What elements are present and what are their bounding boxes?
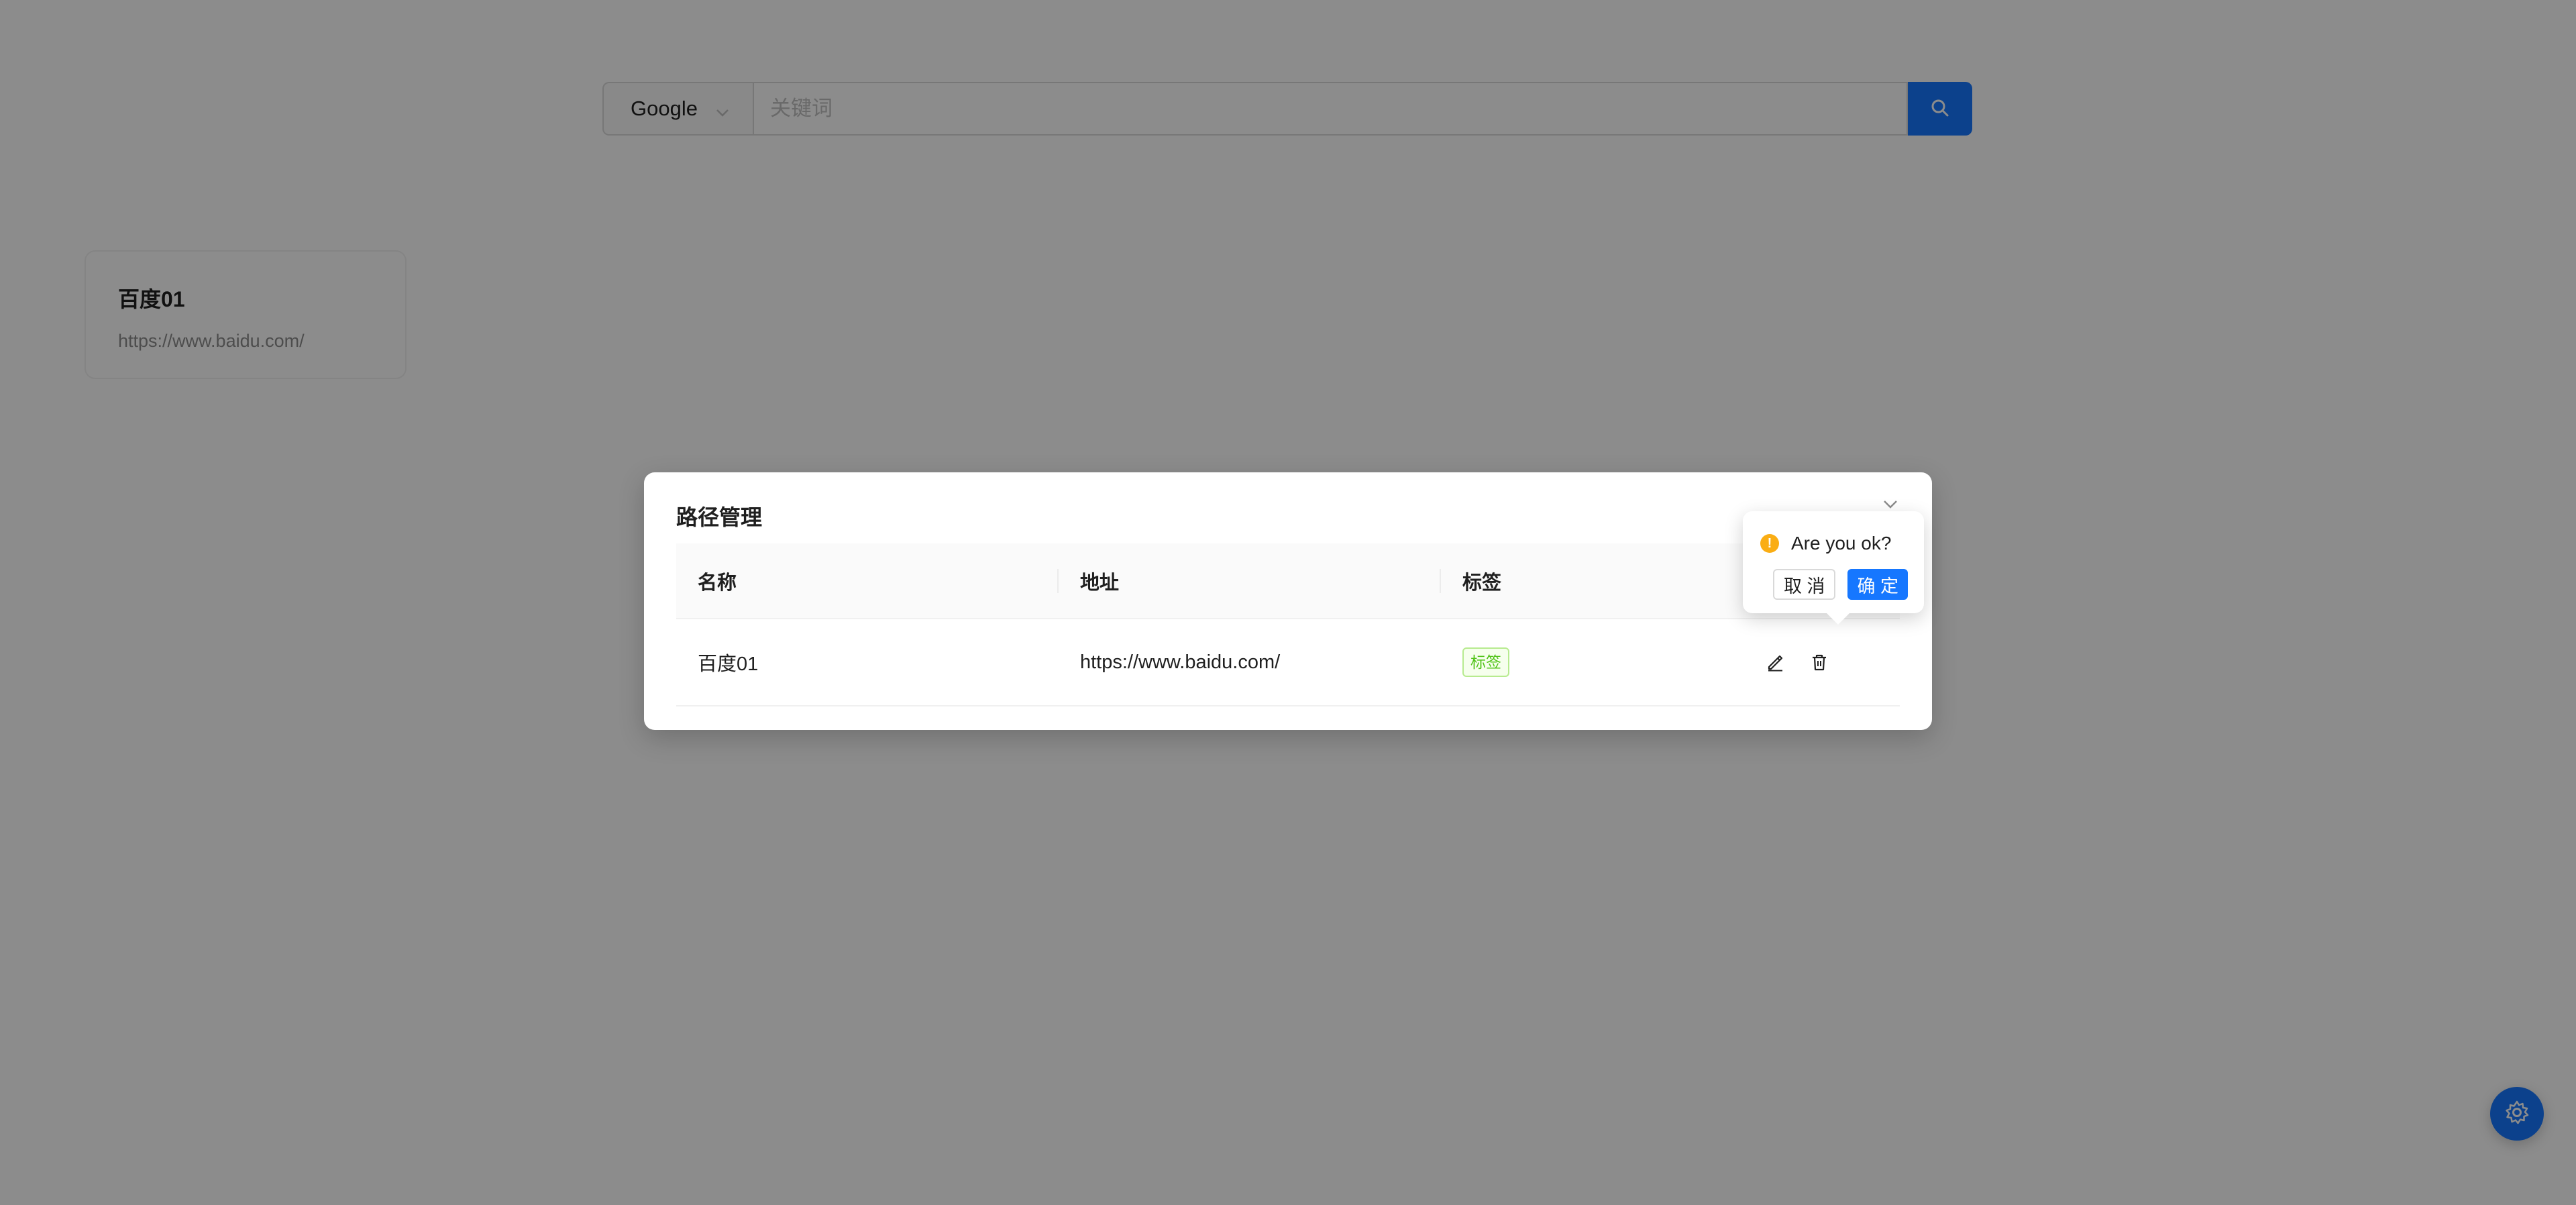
popconfirm-message-row: ! Are you ok? <box>1759 533 1908 554</box>
cell-actions <box>1723 619 1900 706</box>
cell-url: https://www.baidu.com/ <box>1059 619 1441 706</box>
tag-badge: 标签 <box>1462 647 1509 677</box>
cancel-button[interactable]: 取 消 <box>1772 569 1836 600</box>
row-actions <box>1744 650 1900 674</box>
table-row: 百度01 https://www.baidu.com/ 标签 <box>676 619 1900 706</box>
routes-table: 名称 地址 标签 百度01 https://www.baidu.com/ 标签 <box>676 543 1900 706</box>
confirm-button[interactable]: 确 定 <box>1847 569 1908 600</box>
cell-tag: 标签 <box>1441 619 1723 706</box>
page: Google 百度01 https://www.baidu.com/ 路径管理 <box>0 0 2576 1205</box>
column-header-name: 名称 <box>676 543 1059 619</box>
path-management-modal: 路径管理 名称 地址 标签 百度01 https://www.baidu.com… <box>644 472 1932 730</box>
modal-title: 路径管理 <box>676 505 763 529</box>
column-header-url: 地址 <box>1059 543 1441 619</box>
delete-icon[interactable] <box>1807 650 1831 674</box>
popconfirm-buttons: 取 消 确 定 <box>1759 569 1908 600</box>
warning-icon: ! <box>1760 534 1779 553</box>
table-header-row: 名称 地址 标签 <box>676 543 1900 619</box>
edit-icon[interactable] <box>1763 650 1787 674</box>
delete-popconfirm: ! Are you ok? 取 消 确 定 <box>1743 511 1924 613</box>
cell-name: 百度01 <box>676 619 1059 706</box>
column-header-tag: 标签 <box>1441 543 1723 619</box>
popconfirm-message: Are you ok? <box>1791 533 1892 554</box>
